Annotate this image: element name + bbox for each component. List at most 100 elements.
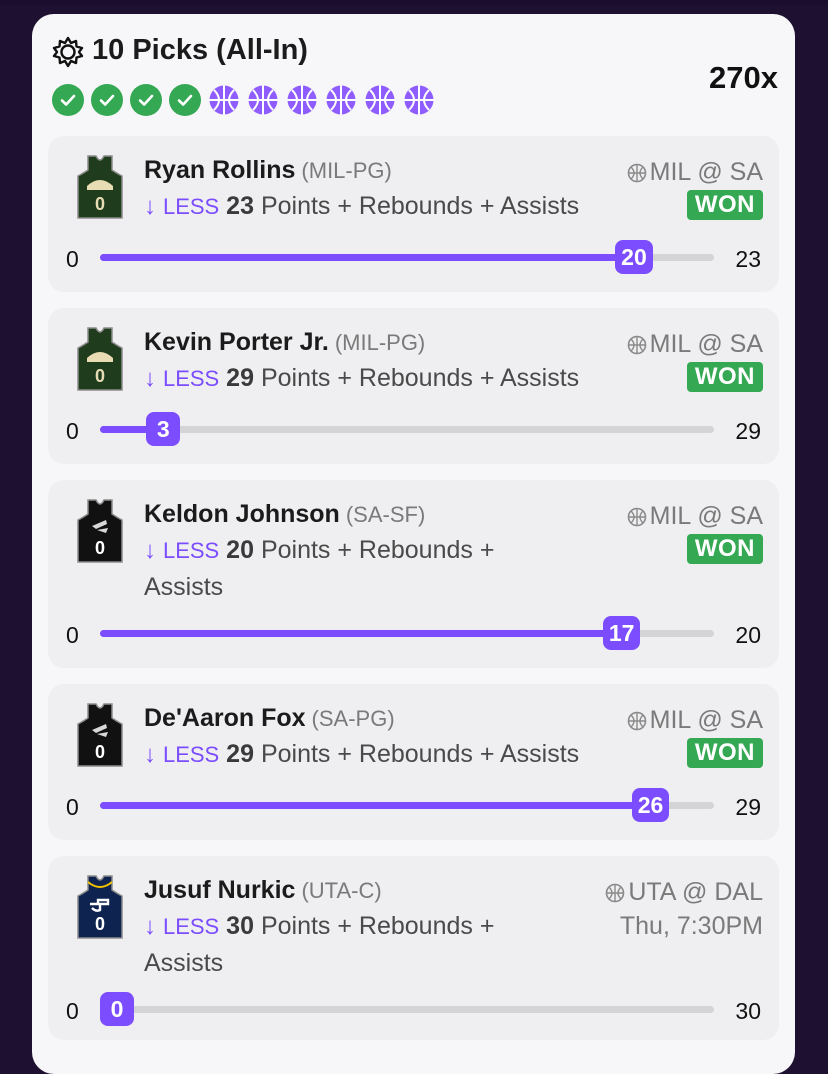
line-value: 29 bbox=[226, 364, 254, 392]
current-value-badge: 20 bbox=[615, 240, 653, 274]
check-icon bbox=[130, 84, 162, 116]
bar-max: 30 bbox=[735, 998, 761, 1024]
player-name: De'Aaron Fox (SA-PG) bbox=[144, 704, 395, 732]
basketball-icon bbox=[606, 883, 625, 902]
line-value: 20 bbox=[226, 536, 254, 564]
player-team-position: (MIL-PG) bbox=[301, 158, 392, 183]
game-matchup: MIL @ SA bbox=[627, 706, 763, 735]
progress-fill bbox=[100, 254, 635, 261]
player-team-position: (SA-PG) bbox=[311, 706, 395, 731]
basketball-icon bbox=[325, 84, 357, 116]
player-name: Kevin Porter Jr. (MIL-PG) bbox=[144, 328, 426, 356]
direction-label: LESS bbox=[162, 914, 220, 939]
check-icon bbox=[91, 84, 123, 116]
svg-text:0: 0 bbox=[95, 742, 105, 762]
progress-fill bbox=[100, 630, 622, 637]
player-team-position: (MIL-PG) bbox=[334, 330, 426, 355]
check-icon bbox=[52, 84, 84, 116]
pick-line: ↓ LESS 23 Points + Rebounds + Assists bbox=[144, 188, 664, 225]
current-value-badge: 17 bbox=[602, 616, 641, 650]
line-value: 29 bbox=[226, 740, 254, 768]
bar-min: 0 bbox=[66, 622, 79, 648]
bar-min: 0 bbox=[66, 418, 79, 444]
basketball-icon bbox=[627, 163, 646, 182]
status-badge: WON bbox=[686, 362, 763, 392]
pick-card[interactable]: 0 Keldon Johnson (SA-SF) ↓ LESS 20 Points… bbox=[48, 480, 779, 668]
player-name: Jusuf Nurkic (UTA-C) bbox=[144, 876, 382, 904]
stat-label: Points + Rebounds + Assists bbox=[260, 740, 580, 768]
pick-card[interactable]: 0 De'Aaron Fox (SA-PG) ↓ LESS 29 Points +… bbox=[48, 684, 779, 840]
pick-card[interactable]: 0 Ryan Rollins (MIL-PG) ↓ LESS 23 Points … bbox=[48, 136, 779, 292]
progress-track: 3 bbox=[100, 412, 714, 446]
arrow-down-icon: ↓ bbox=[144, 193, 156, 220]
bar-max: 20 bbox=[735, 622, 761, 648]
svg-text:0: 0 bbox=[95, 914, 105, 934]
player-name: Ryan Rollins (MIL-PG) bbox=[144, 156, 392, 184]
pick-line: ↓ LESS 29 Points + Rebounds + Assists bbox=[144, 360, 664, 397]
progress-track: 20 bbox=[100, 240, 714, 274]
jersey-icon: 0 bbox=[77, 875, 123, 939]
current-value-badge: 3 bbox=[146, 412, 181, 446]
pick-line: ↓ LESS 30 Points + Rebounds + Assists bbox=[144, 908, 564, 981]
direction-label: LESS bbox=[162, 742, 220, 767]
pick-line: ↓ LESS 20 Points + Rebounds + Assists bbox=[144, 532, 564, 605]
stat-label: Points + Rebounds + Assists bbox=[260, 192, 580, 220]
basketball-icon bbox=[627, 335, 646, 354]
check-icon bbox=[169, 84, 201, 116]
basketball-icon bbox=[247, 84, 279, 116]
sun-gear-icon bbox=[52, 36, 84, 68]
jersey-icon: 0 bbox=[77, 327, 123, 391]
direction-label: LESS bbox=[162, 194, 220, 219]
svg-text:0: 0 bbox=[95, 194, 105, 214]
progress-track: 0 bbox=[100, 992, 714, 1026]
basketball-icon bbox=[208, 84, 240, 116]
player-name: Keldon Johnson (SA-SF) bbox=[144, 500, 426, 528]
pick-card[interactable]: 0 Kevin Porter Jr. (MIL-PG) ↓ LESS 29 Poi… bbox=[48, 308, 779, 464]
bar-max: 29 bbox=[735, 794, 761, 820]
bar-max: 23 bbox=[735, 246, 761, 272]
progress-track: 17 bbox=[100, 616, 714, 650]
game-matchup: MIL @ SA bbox=[627, 330, 763, 359]
basketball-icon bbox=[364, 84, 396, 116]
status-badge: WON bbox=[686, 738, 763, 768]
current-value-badge: 0 bbox=[100, 992, 134, 1026]
arrow-down-icon: ↓ bbox=[144, 365, 156, 392]
progress-track: 26 bbox=[100, 788, 714, 822]
basketball-icon bbox=[403, 84, 435, 116]
current-value-badge: 26 bbox=[631, 788, 670, 822]
bar-min: 0 bbox=[66, 794, 79, 820]
svg-text:0: 0 bbox=[95, 538, 105, 558]
game-time: Thu, 7:30PM bbox=[619, 912, 763, 940]
game-matchup: MIL @ SA bbox=[627, 502, 763, 531]
bar-min: 0 bbox=[66, 998, 79, 1024]
basketball-icon bbox=[627, 711, 646, 730]
game-matchup: UTA @ DAL bbox=[605, 878, 763, 907]
pick-line: ↓ LESS 29 Points + Rebounds + Assists bbox=[144, 736, 664, 773]
line-value: 23 bbox=[226, 192, 254, 220]
stat-label: Points + Rebounds + Assists bbox=[260, 364, 580, 392]
direction-label: LESS bbox=[162, 538, 220, 563]
line-value: 30 bbox=[226, 912, 254, 940]
status-badge: WON bbox=[686, 534, 763, 564]
picks-status-row bbox=[52, 84, 435, 116]
basketball-icon bbox=[627, 507, 646, 526]
bar-min: 0 bbox=[66, 246, 79, 272]
jersey-icon: 0 bbox=[77, 155, 123, 219]
svg-text:0: 0 bbox=[95, 366, 105, 386]
status-badge: WON bbox=[686, 190, 763, 220]
jersey-icon: 0 bbox=[77, 703, 123, 767]
arrow-down-icon: ↓ bbox=[144, 741, 156, 768]
jersey-icon: 0 bbox=[77, 499, 123, 563]
arrow-down-icon: ↓ bbox=[144, 913, 156, 940]
payout-multiplier: 270x bbox=[709, 60, 778, 95]
direction-label: LESS bbox=[162, 366, 220, 391]
top-bar bbox=[0, 0, 828, 5]
entry-title: 10 Picks (All-In) bbox=[92, 34, 308, 66]
pick-card[interactable]: 0 Jusuf Nurkic (UTA-C) ↓ LESS 30 Points +… bbox=[48, 856, 779, 1040]
player-team-position: (SA-SF) bbox=[345, 502, 426, 527]
game-matchup: MIL @ SA bbox=[627, 158, 763, 187]
basketball-icon bbox=[286, 84, 318, 116]
progress-fill bbox=[100, 802, 651, 809]
arrow-down-icon: ↓ bbox=[144, 537, 156, 564]
player-team-position: (UTA-C) bbox=[301, 878, 382, 903]
